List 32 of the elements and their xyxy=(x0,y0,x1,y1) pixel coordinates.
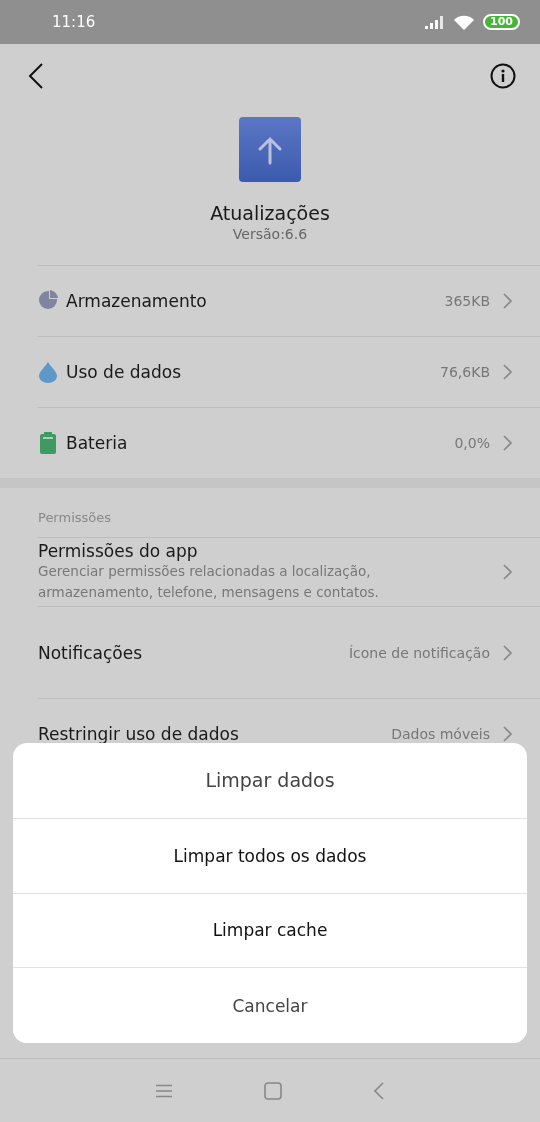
water-drop-icon xyxy=(38,361,58,383)
back-nav-button[interactable] xyxy=(374,1082,384,1100)
chevron-icon xyxy=(502,364,513,380)
battery-indicator: 100 xyxy=(483,14,520,30)
app-icon xyxy=(239,117,301,182)
usage-row[interactable]: Uso de dados 76,6KB xyxy=(38,336,540,407)
signal-icon xyxy=(425,15,446,29)
app-name: Atualizações xyxy=(210,202,330,224)
back-icon xyxy=(28,63,44,89)
section-header: Permissões xyxy=(37,509,113,527)
settings-row[interactable]: Notificações Ícone de notificação xyxy=(38,606,540,698)
home-icon xyxy=(264,1082,282,1100)
back-button[interactable] xyxy=(28,63,44,89)
back-icon xyxy=(374,1082,384,1100)
status-time: 11:16 xyxy=(52,13,96,31)
usage-row[interactable]: Armazenamento 365KB xyxy=(38,265,540,336)
info-button[interactable] xyxy=(490,63,516,89)
settings-row[interactable]: Permissões do app Gerenciar permissões relacionadas a localização, armazenamento, telefone, mensagens e contatos. xyxy=(38,537,540,606)
dialog-title: Limpar dados xyxy=(13,743,527,819)
chevron-icon xyxy=(502,435,513,451)
home-button[interactable] xyxy=(264,1082,282,1100)
battery-icon xyxy=(38,432,58,454)
menu-button[interactable] xyxy=(156,1084,172,1098)
chevron-icon xyxy=(502,644,513,661)
wifi-icon xyxy=(453,14,476,30)
info-icon xyxy=(490,63,516,89)
app-version: Versão:6.6 xyxy=(232,226,308,242)
chevron-icon xyxy=(502,293,513,309)
pie-chart-icon xyxy=(38,290,58,312)
menu-icon xyxy=(156,1084,172,1098)
chevron-icon xyxy=(502,726,513,742)
chevron-icon xyxy=(502,564,513,580)
